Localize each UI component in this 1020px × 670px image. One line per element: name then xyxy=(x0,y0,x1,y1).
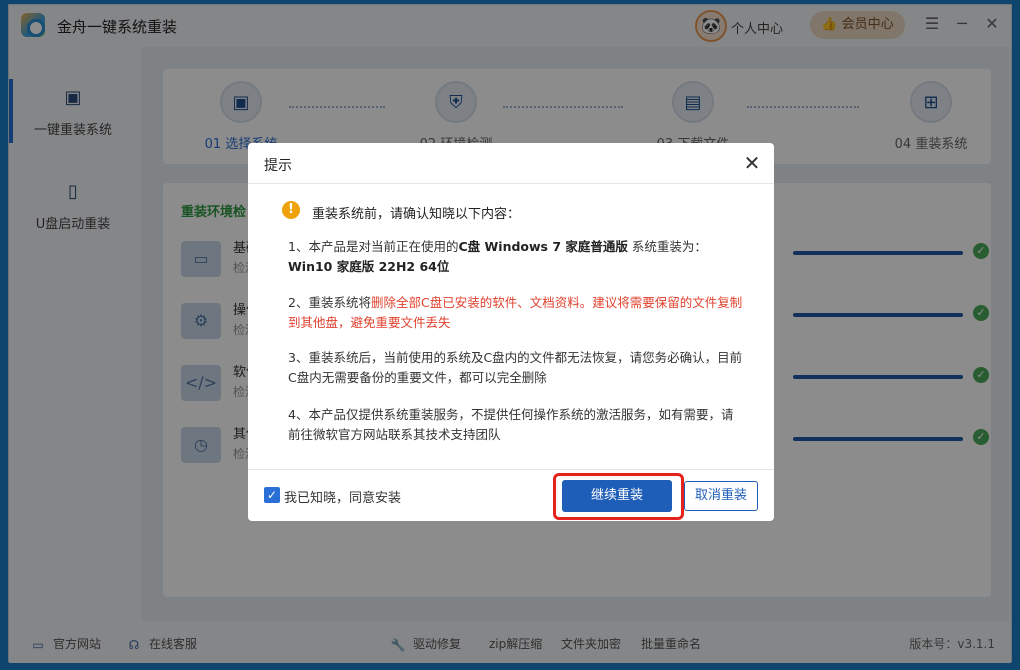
p1-target: Win10 家庭版 22H2 64位 xyxy=(288,259,450,274)
close-icon[interactable]: ✕ xyxy=(740,151,764,175)
dialog-footer: ✓ 我已知晓，同意安装 继续重装 取消重装 xyxy=(248,469,774,521)
p1-mid: 系统重装为： xyxy=(627,239,707,254)
agree-label[interactable]: 我已知晓，同意安装 xyxy=(284,487,401,506)
p1-prefix: 1、本产品是对当前正在使用的 xyxy=(288,239,459,254)
confirm-dialog: 提示 ✕ ! 重装系统前，请确认知晓以下内容： 1、本产品是对当前正在使用的C盘… xyxy=(248,143,774,521)
notice-paragraph-4: 4、本产品仅提供系统重装服务，不提供任何操作系统的激活服务，如有需要，请前往微软… xyxy=(288,407,734,442)
warning-icon: ! xyxy=(282,201,300,219)
agree-checkbox[interactable]: ✓ xyxy=(264,487,280,503)
cancel-reinstall-button[interactable]: 取消重装 xyxy=(684,481,758,511)
notice-paragraph-1: 1、本产品是对当前正在使用的C盘 Windows 7 家庭普通版 系统重装为： … xyxy=(288,237,744,277)
p2-prefix: 2、重装系统将 xyxy=(288,295,371,310)
notice-paragraph-2: 2、重装系统将删除全部C盘已安装的软件、文档资料。建议将需要保留的文件复制到其他… xyxy=(288,293,744,333)
dialog-title: 提示 xyxy=(264,158,292,174)
dialog-header: 提示 ✕ xyxy=(248,143,774,184)
p1-bold: C盘 Windows 7 家庭普通版 xyxy=(458,239,628,254)
continue-reinstall-button[interactable]: 继续重装 xyxy=(562,480,672,512)
dialog-intro: 重装系统前，请确认知晓以下内容： xyxy=(312,207,521,222)
notice-paragraph-3: 3、重装系统后，当前使用的系统及C盘内的文件都无法恢复，请您务必确认，目前C盘内… xyxy=(288,350,743,385)
